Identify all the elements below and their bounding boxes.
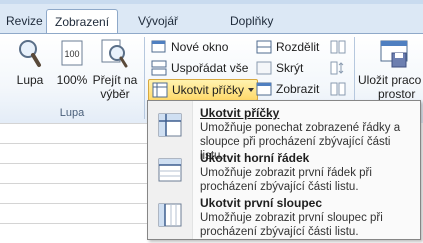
hide-label: Skrýt bbox=[276, 61, 304, 75]
new-window-icon bbox=[151, 39, 167, 55]
new-window-button[interactable]: Nové okno bbox=[151, 37, 228, 57]
menu-item-description: Umožňuje zobrazit první řádek při prochá… bbox=[200, 167, 372, 193]
synchronous-scrolling-button[interactable] bbox=[330, 58, 350, 78]
tab-review[interactable]: Revize bbox=[2, 10, 47, 32]
menu-item-freeze-first-column[interactable]: Ukotvit první sloupec Umožňuje zobrazit … bbox=[148, 193, 420, 238]
freeze-panes-button[interactable]: Ukotvit příčky bbox=[148, 79, 259, 101]
reset-window-position-button[interactable] bbox=[330, 79, 350, 99]
freeze-panes-menu: Ukotvit příčky Umožňuje ponechat zobraze… bbox=[147, 100, 421, 240]
zoom-selection-icon bbox=[99, 37, 131, 69]
menu-item-freeze-panes[interactable]: Ukotvit příčky Umožňuje ponechat zobraze… bbox=[148, 103, 420, 162]
save-workspace-label-2: prostor bbox=[378, 87, 416, 101]
save-workspace-button[interactable]: Uložit praco prostor bbox=[358, 37, 423, 101]
chevron-down-icon bbox=[248, 88, 255, 92]
side-by-side-icon bbox=[330, 39, 346, 55]
menu-item-title: Ukotvit horní řádek bbox=[200, 151, 310, 165]
sync-scroll-icon bbox=[330, 60, 346, 76]
view-side-by-side-button[interactable] bbox=[330, 37, 350, 57]
freeze-top-row-icon bbox=[158, 158, 182, 182]
arrange-all-icon bbox=[151, 60, 167, 76]
tab-addins[interactable]: Doplňky bbox=[226, 10, 277, 32]
unhide-button[interactable]: Zobrazit bbox=[256, 79, 319, 99]
split-label: Rozdělit bbox=[276, 40, 320, 54]
save-workspace-icon bbox=[378, 37, 410, 69]
hide-window-icon bbox=[256, 60, 272, 76]
zoom-100-button[interactable]: 100 100% bbox=[54, 37, 90, 87]
freeze-panes-menu-icon bbox=[158, 113, 182, 137]
arrange-all-button[interactable]: Uspořádat vše bbox=[151, 58, 248, 78]
new-window-label: Nové okno bbox=[171, 40, 229, 54]
freeze-panes-icon bbox=[152, 82, 168, 98]
menu-item-title: Ukotvit příčky bbox=[200, 106, 280, 120]
unhide-window-icon bbox=[256, 81, 272, 97]
zoom-button[interactable]: Lupa bbox=[10, 37, 50, 87]
ribbon-tab-bar: Revize Zobrazení Vývojář Doplňky bbox=[0, 4, 423, 36]
zoom-100-label: 100% bbox=[56, 73, 88, 87]
freeze-first-column-icon bbox=[158, 203, 182, 227]
menu-item-title: Ukotvit první sloupec bbox=[200, 196, 323, 210]
unhide-label: Zobrazit bbox=[276, 82, 320, 96]
group-label-zoom: Lupa bbox=[59, 107, 85, 119]
menu-item-freeze-top-row[interactable]: Ukotvit horní řádek Umožňuje zobrazit pr… bbox=[148, 148, 420, 193]
arrange-all-label: Uspořádat vše bbox=[171, 61, 249, 75]
split-button[interactable]: Rozdělit bbox=[256, 37, 319, 57]
zoom-selection-label-1: Přejít na bbox=[92, 73, 138, 87]
magnifier-icon bbox=[14, 37, 46, 69]
save-workspace-label-1: Uložit praco bbox=[358, 73, 422, 87]
menu-item-description: Umožňuje zobrazit první sloupec při proc… bbox=[200, 212, 383, 238]
zoom-100-icon: 100 bbox=[56, 37, 88, 69]
freeze-panes-label: Ukotvit příčky bbox=[172, 83, 245, 97]
worksheet-area[interactable] bbox=[0, 123, 147, 243]
split-icon bbox=[256, 39, 272, 55]
zoom-selection-label-2: výběr bbox=[100, 87, 130, 101]
zoom-to-selection-button[interactable]: Přejít na výběr bbox=[92, 37, 138, 101]
reset-position-icon bbox=[330, 81, 346, 97]
zoom-label: Lupa bbox=[16, 73, 44, 87]
group-separator bbox=[144, 37, 145, 119]
svg-text:100: 100 bbox=[64, 49, 79, 59]
tab-developer[interactable]: Vývojář bbox=[134, 10, 182, 32]
hide-button[interactable]: Skrýt bbox=[256, 58, 303, 78]
tab-view[interactable]: Zobrazení bbox=[46, 9, 119, 36]
